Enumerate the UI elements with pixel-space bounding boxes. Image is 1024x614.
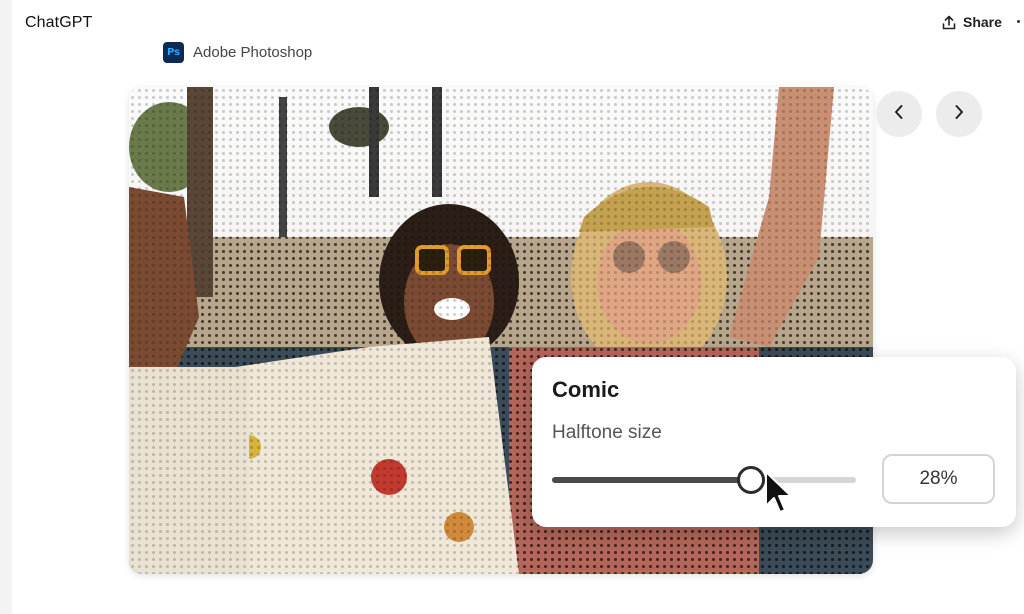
halftone-size-slider[interactable] — [552, 466, 856, 494]
share-label: Share — [963, 14, 1002, 30]
more-options-icon[interactable] — [1017, 20, 1020, 23]
effect-panel: Comic Halftone size 28% — [532, 357, 1016, 527]
chat-page: ChatGPT Share Ps Adobe Photoshop Comic H… — [12, 0, 1024, 614]
connector-header: Ps Adobe Photoshop — [163, 42, 312, 63]
slider-fill — [552, 477, 751, 483]
app-title: ChatGPT — [25, 14, 93, 31]
next-image-button[interactable] — [936, 91, 982, 137]
halftone-size-label: Halftone size — [552, 422, 662, 443]
photoshop-logo: Ps — [163, 42, 184, 63]
chevron-left-icon — [893, 104, 905, 125]
share-icon — [942, 15, 956, 30]
effect-title: Comic — [552, 377, 620, 402]
share-button[interactable]: Share — [942, 14, 1002, 30]
chevron-right-icon — [953, 104, 965, 125]
previous-image-button[interactable] — [876, 91, 922, 137]
halftone-size-value-field[interactable]: 28% — [882, 454, 995, 504]
connector-name: Adobe Photoshop — [193, 44, 313, 61]
slider-thumb[interactable] — [737, 466, 765, 494]
